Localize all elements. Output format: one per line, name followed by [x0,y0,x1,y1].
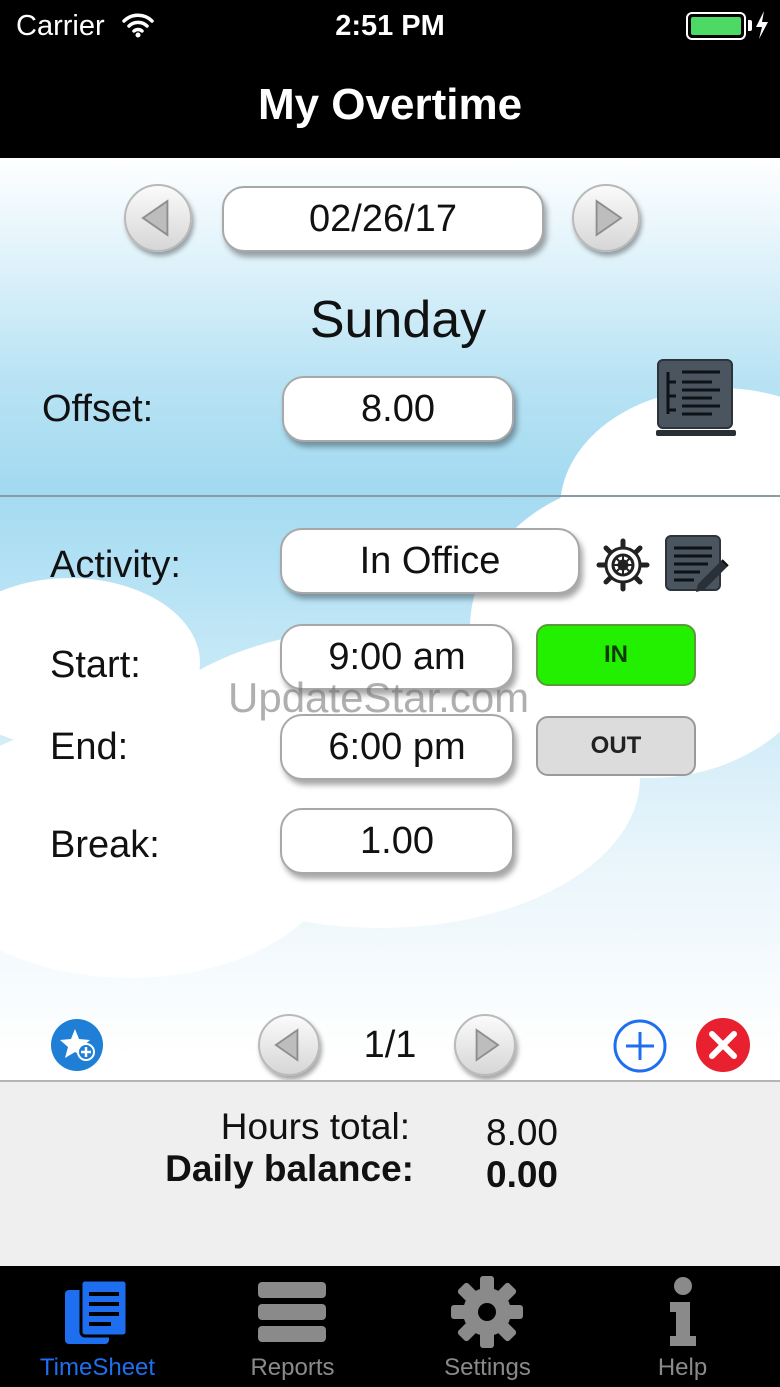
clock-in-label: IN [604,641,628,668]
date-field[interactable]: 02/26/17 [222,186,544,252]
list-view-button[interactable] [654,358,738,447]
tab-label: Reports [250,1354,335,1381]
plus-circle-icon [613,1019,667,1073]
reports-icon [258,1282,326,1342]
date-value: 02/26/17 [309,197,457,240]
timesheet-icon [65,1278,129,1344]
next-entry-button[interactable] [454,1014,516,1076]
activity-field[interactable]: In Office [280,528,580,594]
help-icon [670,1277,696,1346]
entry-page-indicator: 1/1 [363,1024,417,1066]
add-entry-button[interactable] [612,1018,668,1079]
previous-entry-button[interactable] [258,1014,320,1076]
tab-label: Settings [444,1354,531,1381]
next-day-button[interactable] [572,184,640,252]
arrow-left-icon [274,1028,299,1062]
clock-out-button[interactable]: OUT [536,716,696,776]
tab-settings[interactable]: Settings [390,1266,585,1387]
activity-label: Activity: [50,544,181,586]
offset-label: Offset: [42,388,154,430]
charging-bolt-icon [754,10,770,45]
section-divider [0,495,780,497]
delete-entry-button[interactable] [694,1016,752,1079]
gear-icon [596,538,650,592]
tab-reports[interactable]: Reports [195,1266,390,1387]
offset-value: 8.00 [361,387,435,430]
timesheet-content: 02/26/17 Sunday Offset: 8.00 Activity: I… [0,158,780,1266]
activity-settings-button[interactable] [596,538,650,597]
break-label: Break: [50,824,160,866]
start-time-value: 9:00 am [328,635,466,678]
break-value: 1.00 [360,819,434,862]
battery-icon [686,12,746,40]
settings-icon [451,1276,523,1348]
watermark-text: UpdateStar.com [228,674,530,721]
status-time: 2:51 PM [335,10,445,42]
list-tree-icon [656,359,736,436]
delete-x-icon [696,1018,750,1072]
battery-tip [748,20,752,31]
end-time-value: 6:00 pm [328,725,466,768]
add-favorite-button[interactable] [50,1018,104,1077]
tab-bar: TimeSheet Reports Settings Help [0,1266,780,1387]
tab-label: TimeSheet [39,1354,156,1381]
star-plus-icon [51,1019,103,1071]
end-label: End: [50,726,129,768]
tab-label: Help [657,1354,708,1381]
clock-in-button[interactable]: IN [536,624,696,686]
daily-balance-value: 0.00 [486,1154,559,1195]
daily-balance-label: Daily balance: [165,1148,414,1189]
offset-field[interactable]: 8.00 [282,376,514,442]
navigation-bar: My Overtime [0,54,780,158]
arrow-left-icon [141,199,169,237]
page-title: My Overtime [257,80,523,129]
note-edit-icon [665,535,729,592]
activity-value: In Office [359,539,501,582]
daily-summary: Hours total: 8.00 Daily balance: 0.00 [0,1080,780,1266]
previous-day-button[interactable] [124,184,192,252]
tab-help[interactable]: Help [585,1266,780,1387]
arrow-right-icon [595,199,623,237]
end-time-field[interactable]: 6:00 pm [280,714,514,780]
hours-total-label: Hours total: [220,1106,410,1147]
arrow-right-icon [475,1028,500,1062]
weekday-label: Sunday [309,291,487,349]
status-bar: Carrier 2:51 PM [0,0,780,54]
hours-total-value: 8.00 [486,1112,559,1153]
activity-note-button[interactable] [662,532,732,599]
tab-timesheet[interactable]: TimeSheet [0,1266,195,1387]
break-field[interactable]: 1.00 [280,808,514,874]
start-label: Start: [50,644,141,686]
clock-out-label: OUT [590,732,642,759]
